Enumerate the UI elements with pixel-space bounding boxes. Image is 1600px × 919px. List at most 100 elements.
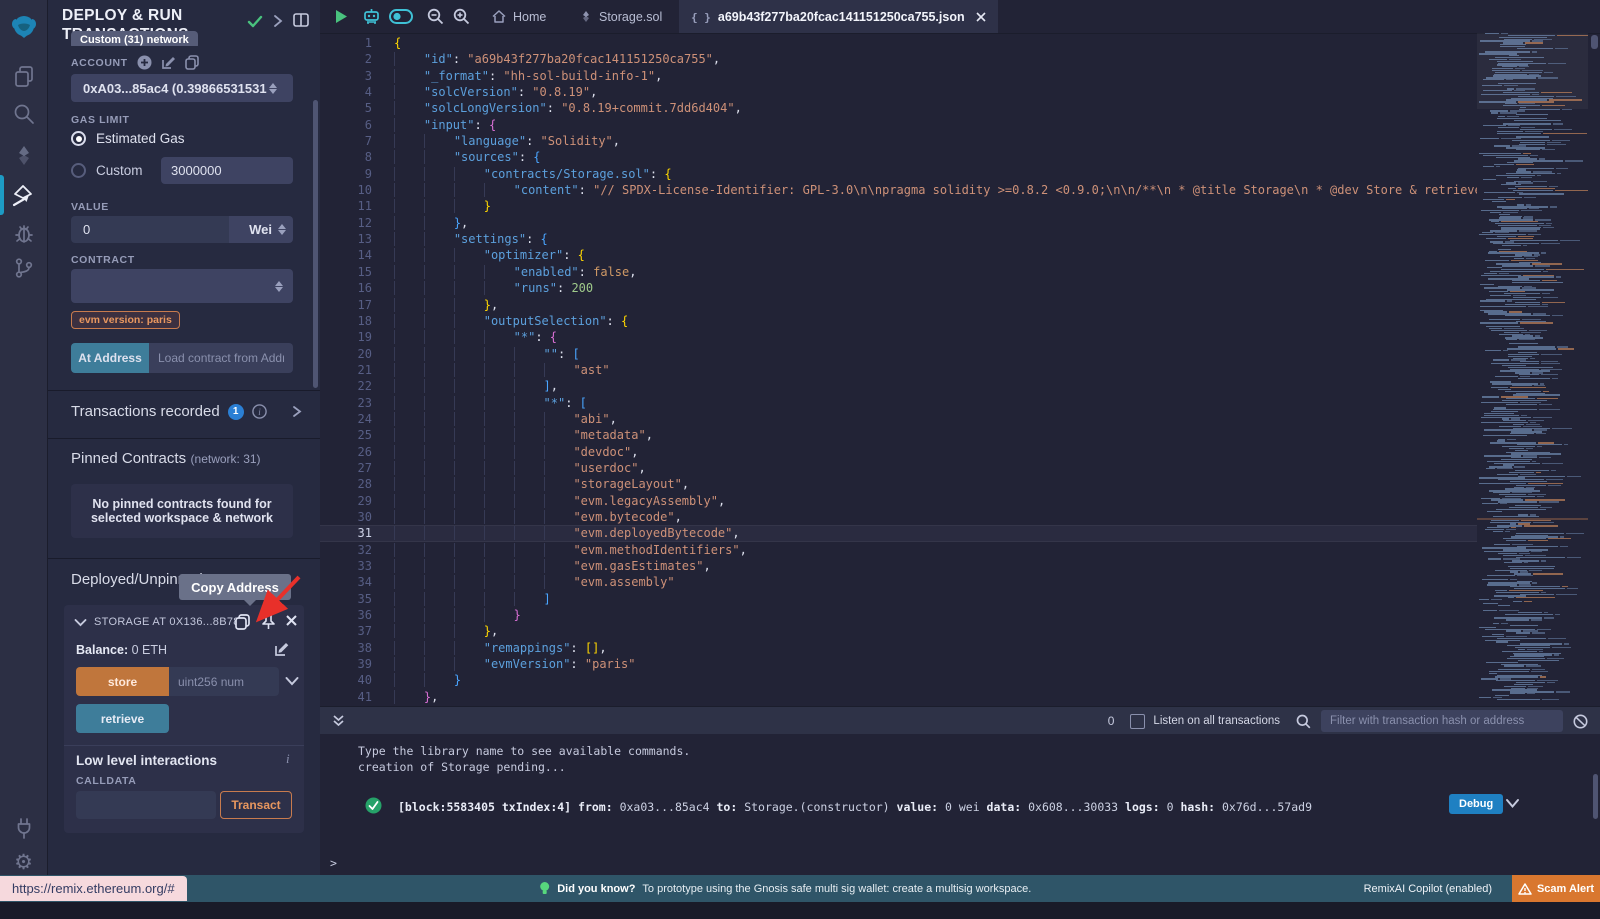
- search-small-icon[interactable]: [1296, 714, 1311, 729]
- minimap[interactable]: [1477, 33, 1588, 706]
- gas-custom-input[interactable]: [161, 157, 293, 184]
- info-icon[interactable]: i: [252, 404, 267, 419]
- code-line: 41 },: [320, 689, 1477, 705]
- solidity-compiler-icon: [580, 10, 592, 24]
- log-segment: Storage.(constructor): [737, 800, 896, 814]
- log-segment: logs:: [1125, 800, 1160, 814]
- code-line: 27 "userdoc",: [320, 460, 1477, 476]
- debugger-icon[interactable]: [0, 215, 47, 251]
- zoom-out-icon[interactable]: [422, 0, 448, 33]
- account-select[interactable]: 0xA03...85ac4 (0.39866531531: [71, 74, 293, 102]
- value-unit-select[interactable]: Wei: [229, 216, 293, 243]
- code-line: 5 "solcLongVersion": "0.8.19+commit.7dd6…: [320, 100, 1477, 116]
- log-segment: data:: [987, 800, 1022, 814]
- pin-icon[interactable]: [261, 613, 276, 631]
- solidity-compiler-icon[interactable]: [0, 138, 47, 174]
- plus-circle-icon[interactable]: [137, 55, 152, 70]
- tx-recorded-label: Transactions recorded: [71, 403, 220, 420]
- debug-button[interactable]: Debug: [1449, 794, 1503, 814]
- pinned-contracts-title: Pinned Contracts: [71, 450, 186, 467]
- low-level-label: Low level interactions: [76, 753, 217, 768]
- log-segment: 0x608...30033: [1021, 800, 1125, 814]
- terminal-output[interactable]: Type the library name to see available c…: [320, 734, 1600, 875]
- code-line: 18 "outputSelection": {: [320, 313, 1477, 329]
- warning-icon: [1518, 883, 1532, 895]
- scam-alert-badge[interactable]: Scam Alert: [1512, 875, 1600, 902]
- store-arg-input[interactable]: [169, 667, 279, 696]
- code-line: 11 }: [320, 198, 1477, 214]
- ban-icon[interactable]: [1573, 714, 1588, 729]
- transact-button[interactable]: Transact: [220, 791, 292, 819]
- gas-estimated-radio[interactable]: Estimated Gas: [71, 131, 185, 146]
- contract-label: CONTRACT: [71, 254, 135, 266]
- editor-scrollbar[interactable]: [1591, 35, 1598, 49]
- tab-label: Home: [513, 10, 546, 24]
- plugin-manager-icon[interactable]: [0, 810, 47, 846]
- edit-icon[interactable]: [161, 55, 176, 70]
- contract-instance-name[interactable]: STORAGE AT 0X136...8B78: [94, 616, 240, 628]
- file-explorer-icon[interactable]: [0, 58, 47, 94]
- expand-args-chevron-icon[interactable]: [285, 676, 299, 686]
- gas-limit-label: GAS LIMIT: [71, 114, 129, 126]
- tx-filter-input[interactable]: [1321, 710, 1563, 732]
- calldata-input[interactable]: [76, 791, 216, 819]
- chevron-down-icon[interactable]: [74, 618, 87, 627]
- at-address-button[interactable]: At Address: [71, 343, 149, 373]
- search-icon[interactable]: [0, 96, 47, 132]
- network-badge: Custom (31) network: [71, 31, 198, 46]
- account-label: ACCOUNT: [71, 57, 128, 69]
- store-button[interactable]: store: [76, 667, 169, 696]
- deploy-run-icon[interactable]: [0, 178, 47, 214]
- braces-icon: { }: [691, 10, 711, 24]
- terminal-scrollbar[interactable]: [1593, 774, 1598, 819]
- toggle-icon[interactable]: [386, 0, 416, 33]
- tip-text: To prototype using the Gnosis safe multi…: [642, 883, 1031, 895]
- panel-layout-icon[interactable]: [293, 13, 310, 28]
- robot-icon[interactable]: [358, 0, 384, 33]
- terminal-line: Type the library name to see available c…: [358, 744, 690, 758]
- code-line: 25 "metadata",: [320, 427, 1477, 443]
- remix-logo[interactable]: [0, 10, 47, 46]
- tab-storage-sol[interactable]: Storage.sol: [568, 0, 674, 33]
- code-line: 37 },: [320, 623, 1477, 639]
- double-chevron-down-icon[interactable]: [332, 714, 345, 728]
- code-line: 7 "language": "Solidity",: [320, 133, 1477, 149]
- code-line: 17 },: [320, 297, 1477, 313]
- log-expand-chevron-icon[interactable]: [1505, 798, 1520, 809]
- tab-home[interactable]: Home: [480, 0, 558, 33]
- info-icon[interactable]: i: [286, 751, 290, 767]
- code-line: 36 }: [320, 607, 1477, 623]
- close-icon[interactable]: [285, 614, 298, 627]
- close-tab-icon[interactable]: [976, 12, 986, 22]
- tx-expand-chevron-icon[interactable]: [292, 405, 303, 418]
- gas-custom-radio[interactable]: Custom: [71, 163, 143, 178]
- tab-a69b43f277ba20fcac141151250ca755-json[interactable]: { }a69b43f277ba20fcac141151250ca755.json: [679, 0, 998, 33]
- spinner-icon: [269, 83, 277, 94]
- code-line: 14 "optimizer": {: [320, 247, 1477, 263]
- retrieve-button[interactable]: retrieve: [76, 704, 169, 733]
- terminal-bar: 0 Listen on all transactions: [320, 706, 1600, 735]
- divider: [64, 745, 304, 746]
- transaction-log[interactable]: [block:5583405 txIndex:4] from: 0xa03...…: [398, 800, 1428, 814]
- code-editor[interactable]: 1{2 "id": "a69b43f277ba20fcac141151250ca…: [320, 33, 1600, 706]
- panel-scrollbar[interactable]: [313, 100, 318, 388]
- play-icon[interactable]: [328, 0, 354, 33]
- listen-checkbox[interactable]: [1130, 714, 1145, 729]
- code-line: 35 ]: [320, 591, 1477, 607]
- code-line: 32 "evm.methodIdentifiers",: [320, 542, 1477, 558]
- git-icon[interactable]: [0, 250, 47, 286]
- chevron-right-icon[interactable]: [272, 14, 284, 28]
- copilot-status[interactable]: RemixAI Copilot (enabled): [1364, 883, 1492, 895]
- zoom-in-icon[interactable]: [448, 0, 474, 33]
- value-input[interactable]: [71, 216, 229, 243]
- copy-address-icon[interactable]: [234, 613, 251, 631]
- copy-icon[interactable]: [185, 55, 199, 70]
- edit-balance-icon[interactable]: [274, 641, 290, 657]
- code-line: 13 "settings": {: [320, 231, 1477, 247]
- code-line: 24 "abi",: [320, 411, 1477, 427]
- contract-select[interactable]: [71, 269, 293, 303]
- log-segment: from:: [571, 800, 613, 814]
- svg-text:i: i: [258, 407, 261, 417]
- at-address-input[interactable]: [149, 343, 293, 373]
- balance-value: 0 ETH: [132, 643, 167, 657]
